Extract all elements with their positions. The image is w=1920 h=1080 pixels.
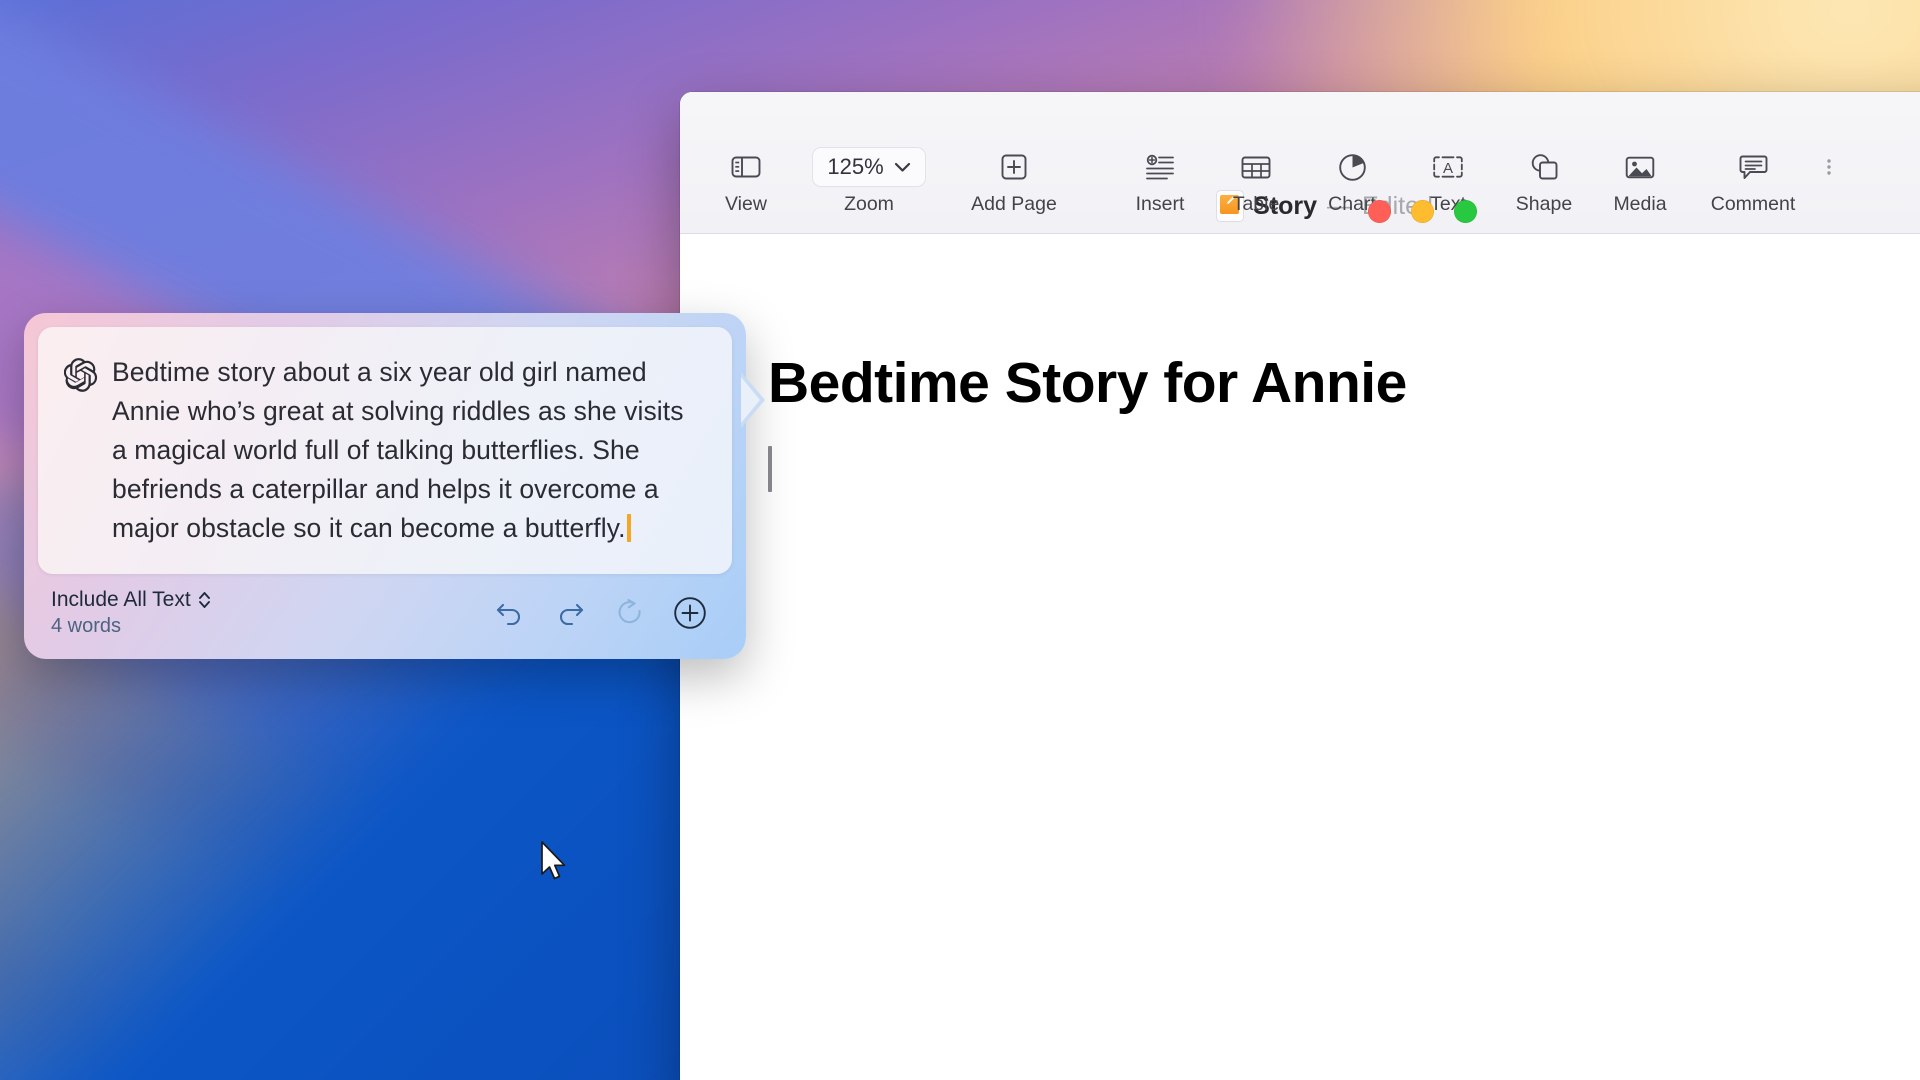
image-icon xyxy=(1625,149,1655,185)
popover-text-caret xyxy=(627,514,631,542)
plus-square-icon xyxy=(1000,149,1028,185)
word-count-label: 4 words xyxy=(51,615,211,638)
document-canvas[interactable]: Bedtime Story for Annie xyxy=(680,234,1920,1080)
undo-arrow-icon[interactable] xyxy=(493,596,527,630)
toolbar-item-overflow[interactable] xyxy=(1818,145,1848,185)
close-button[interactable] xyxy=(1368,200,1391,223)
pages-toolbar: View 125% Zoom xyxy=(680,145,1920,233)
zoom-pill[interactable]: 125% xyxy=(813,148,924,186)
maximize-button[interactable] xyxy=(1454,200,1477,223)
popover-pointer-tail xyxy=(741,372,767,428)
text-box-icon: A xyxy=(1432,149,1464,185)
chevron-up-down-icon xyxy=(198,590,211,610)
svg-text:A: A xyxy=(1443,160,1453,177)
comment-bubble-icon xyxy=(1739,149,1768,185)
zoom-control[interactable]: 125% xyxy=(813,149,924,185)
toolbar-label-comment: Comment xyxy=(1711,193,1796,216)
document-heading[interactable]: Bedtime Story for Annie xyxy=(768,350,1407,416)
toolbar-label-table: Table xyxy=(1233,193,1280,216)
toolbar-item-zoom[interactable]: 125% Zoom xyxy=(794,145,944,216)
zoom-value: 125% xyxy=(827,154,883,180)
include-all-text-label: Include All Text xyxy=(51,588,191,612)
window-titlebar: Story — Edited View xyxy=(680,92,1920,234)
toolbar-label-zoom: Zoom xyxy=(844,193,894,216)
toolbar-label-media: Media xyxy=(1613,193,1666,216)
toolbar-label-view: View xyxy=(725,193,767,216)
toolbar-label-add-page: Add Page xyxy=(971,193,1057,216)
popover-footer: Include All Text 4 words xyxy=(27,574,743,656)
redo-arrow-icon[interactable] xyxy=(553,596,587,630)
toolbar-item-table[interactable]: Table xyxy=(1208,145,1304,216)
toolbar-item-add-page[interactable]: Add Page xyxy=(944,145,1084,216)
popover-prompt-card[interactable]: Bedtime story about a six year old girl … xyxy=(38,327,732,574)
toolbar-label-insert: Insert xyxy=(1136,193,1185,216)
insert-icon xyxy=(1145,149,1175,185)
toolbar-label-shape: Shape xyxy=(1516,193,1572,216)
sidebar-icon xyxy=(731,149,761,185)
toolbar-item-insert[interactable]: Insert xyxy=(1112,145,1208,216)
pie-chart-icon xyxy=(1338,149,1367,185)
chevron-down-icon xyxy=(894,162,911,173)
toolbar-item-comment[interactable]: Comment xyxy=(1688,145,1818,216)
popover-prompt-text-wrap: Bedtime story about a six year old girl … xyxy=(112,353,704,548)
chatgpt-logo-icon xyxy=(64,358,98,548)
pages-window: Story — Edited View xyxy=(680,92,1920,1080)
chatgpt-popover: Bedtime story about a six year old girl … xyxy=(24,313,746,659)
popover-footer-left: Include All Text 4 words xyxy=(51,588,211,638)
minimize-button[interactable] xyxy=(1411,200,1434,223)
traffic-lights xyxy=(1368,200,1477,223)
overflow-icon xyxy=(1825,149,1841,185)
plus-circle-icon[interactable] xyxy=(673,596,707,630)
table-icon xyxy=(1241,149,1271,185)
toolbar-item-view[interactable]: View xyxy=(698,145,794,216)
toolbar-item-shape[interactable]: Shape xyxy=(1496,145,1592,216)
popover-prompt-text: Bedtime story about a six year old girl … xyxy=(112,357,684,543)
mouse-cursor-arrow-icon xyxy=(538,840,572,886)
popover-prompt-row: Bedtime story about a six year old girl … xyxy=(64,353,704,548)
text-insertion-caret xyxy=(768,446,772,492)
popover-actions xyxy=(493,596,719,630)
refresh-circular-arrow-icon[interactable] xyxy=(613,596,647,630)
include-all-text-dropdown[interactable]: Include All Text xyxy=(51,588,211,612)
shapes-icon xyxy=(1529,149,1559,185)
toolbar-item-media[interactable]: Media xyxy=(1592,145,1688,216)
